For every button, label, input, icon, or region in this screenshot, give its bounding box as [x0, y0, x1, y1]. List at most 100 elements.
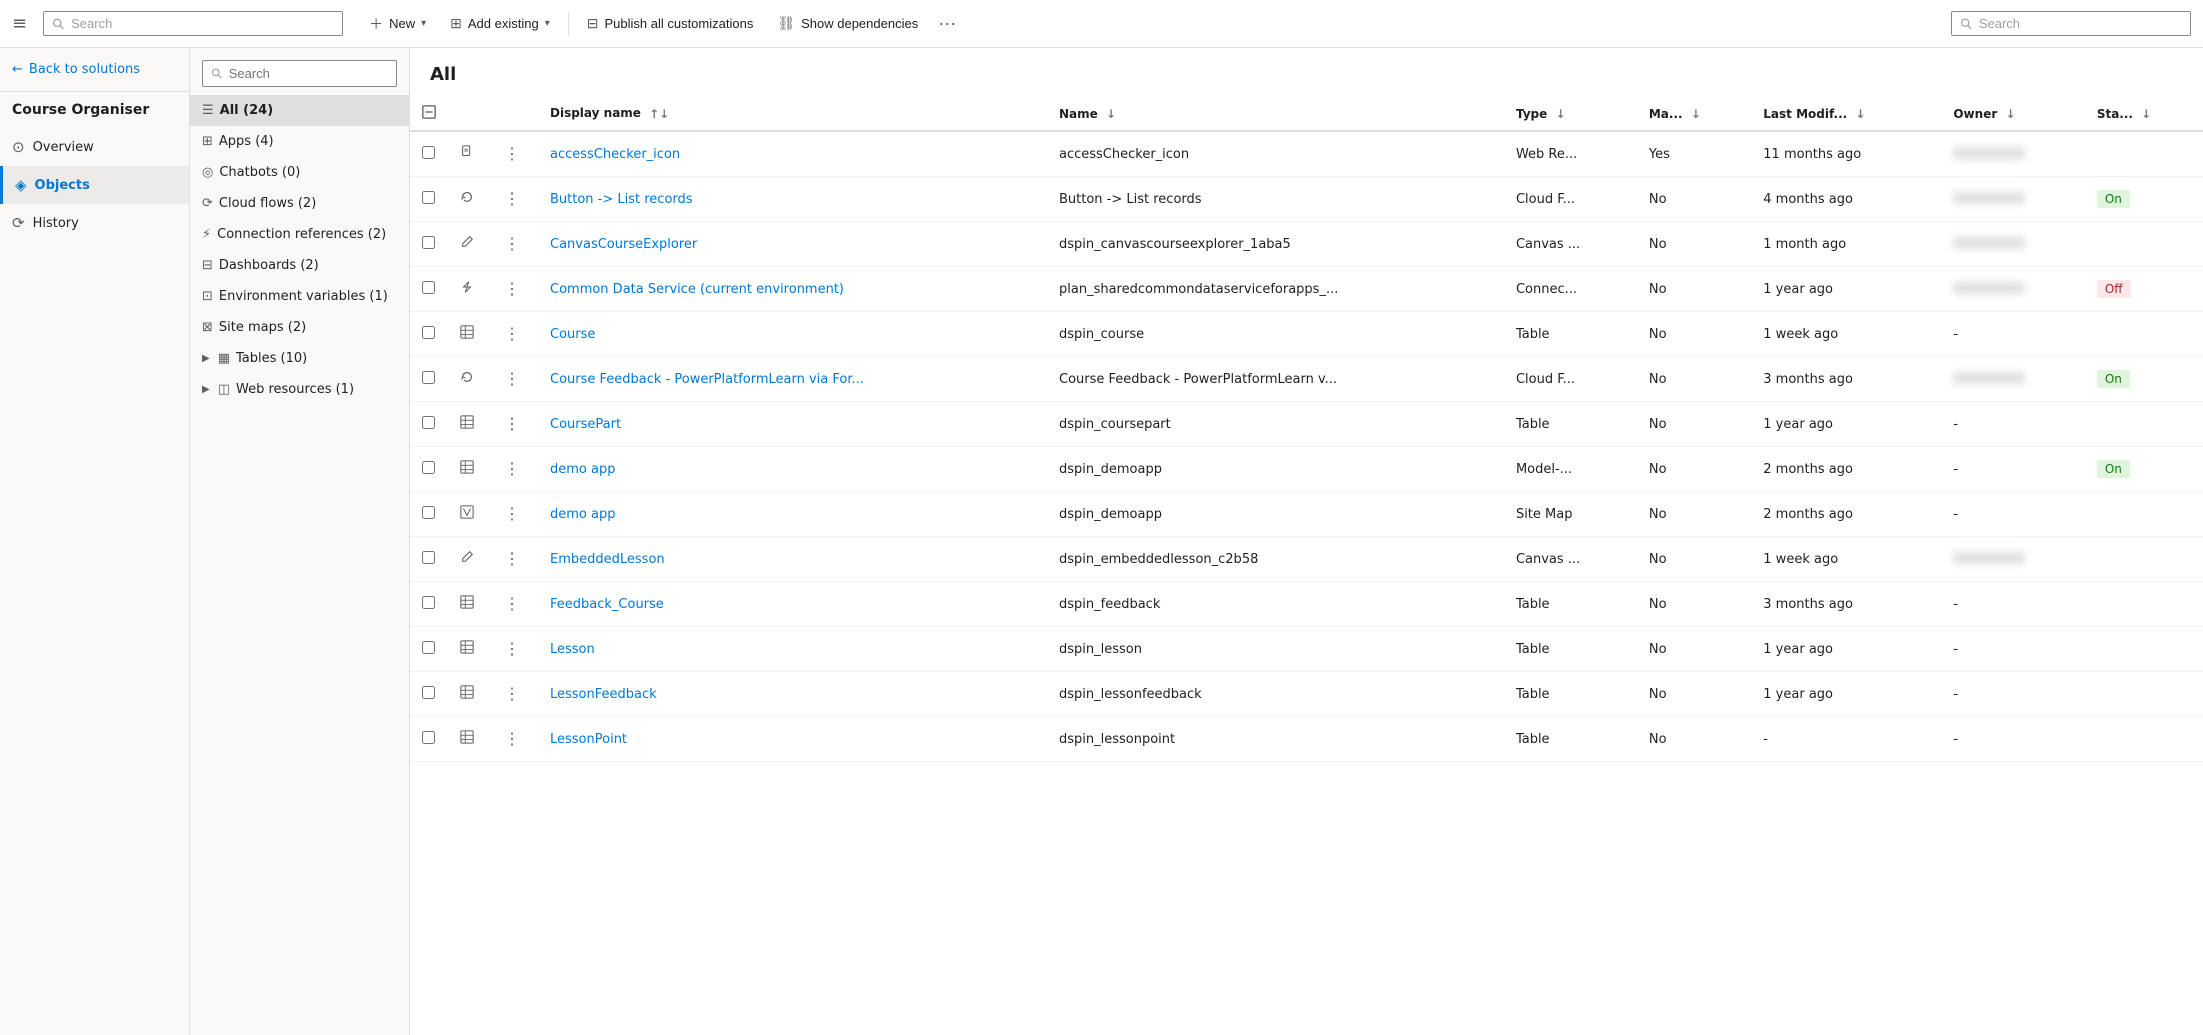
row-checkbox-cell[interactable]	[410, 131, 448, 177]
col-type-header[interactable]: Type ↓	[1504, 97, 1637, 131]
row-checkbox[interactable]	[422, 236, 435, 249]
col-name-header[interactable]: Name ↓	[1047, 97, 1504, 131]
row-more-cell[interactable]: ⋮	[486, 312, 538, 357]
row-display-name[interactable]: Feedback_Course	[538, 582, 1047, 627]
table-row[interactable]: ⋮demo appdspin_demoappModel-...No2 month…	[410, 447, 2203, 492]
row-more-button[interactable]: ⋮	[498, 457, 526, 481]
col-owner-header[interactable]: Owner ↓	[1941, 97, 2084, 131]
row-checkbox-cell[interactable]	[410, 222, 448, 267]
row-checkbox[interactable]	[422, 686, 435, 699]
tree-item-apps[interactable]: ⊞ Apps (4)	[190, 126, 409, 157]
row-more-cell[interactable]: ⋮	[486, 177, 538, 222]
row-more-cell[interactable]: ⋮	[486, 131, 538, 177]
row-more-cell[interactable]: ⋮	[486, 672, 538, 717]
row-checkbox-cell[interactable]	[410, 537, 448, 582]
row-more-cell[interactable]: ⋮	[486, 267, 538, 312]
row-checkbox[interactable]	[422, 146, 435, 159]
table-row[interactable]: ⋮CoursePartdspin_coursepartTableNo1 year…	[410, 402, 2203, 447]
add-existing-button[interactable]: ⊞ Add existing ▾	[440, 9, 560, 38]
row-display-name[interactable]: Lesson	[538, 627, 1047, 672]
row-checkbox[interactable]	[422, 326, 435, 339]
row-checkbox[interactable]	[422, 416, 435, 429]
tree-item-cloudflows[interactable]: ⟳ Cloud flows (2)	[190, 188, 409, 219]
row-checkbox-cell[interactable]	[410, 627, 448, 672]
row-display-name[interactable]: CanvasCourseExplorer	[538, 222, 1047, 267]
row-more-cell[interactable]: ⋮	[486, 402, 538, 447]
row-checkbox-cell[interactable]	[410, 672, 448, 717]
middle-search-box[interactable]	[202, 60, 397, 87]
row-checkbox[interactable]	[422, 281, 435, 294]
row-more-button[interactable]: ⋮	[498, 277, 526, 301]
table-row[interactable]: ⋮ Common Data Service (current environmen…	[410, 267, 2203, 312]
right-search-input[interactable]	[1979, 16, 2182, 31]
row-checkbox-cell[interactable]	[410, 717, 448, 762]
new-button[interactable]: ＋ New ▾	[359, 8, 436, 40]
row-more-button[interactable]: ⋮	[498, 592, 526, 616]
row-checkbox-cell[interactable]	[410, 447, 448, 492]
row-more-cell[interactable]: ⋮	[486, 357, 538, 402]
row-checkbox-cell[interactable]	[410, 492, 448, 537]
row-display-name[interactable]: Button -> List records	[538, 177, 1047, 222]
row-more-cell[interactable]: ⋮	[486, 582, 538, 627]
row-more-button[interactable]: ⋮	[498, 502, 526, 526]
tree-item-dashboards[interactable]: ⊟ Dashboards (2)	[190, 250, 409, 281]
hamburger-icon[interactable]: ≡	[12, 13, 27, 34]
middle-search-input[interactable]	[229, 66, 388, 81]
row-checkbox-cell[interactable]	[410, 402, 448, 447]
back-to-solutions[interactable]: ← Back to solutions	[0, 48, 189, 92]
row-more-cell[interactable]: ⋮	[486, 717, 538, 762]
table-row[interactable]: ⋮accessChecker_iconaccessChecker_iconWeb…	[410, 131, 2203, 177]
tree-item-tables[interactable]: ▶ ▦ Tables (10)	[190, 343, 409, 374]
table-row[interactable]: ⋮Course Feedback - PowerPlatformLearn vi…	[410, 357, 2203, 402]
toolbar-search-box[interactable]	[43, 11, 343, 36]
tree-item-sitemaps[interactable]: ⊠ Site maps (2)	[190, 312, 409, 343]
row-display-name[interactable]: Common Data Service (current environment…	[538, 267, 1047, 312]
row-more-cell[interactable]: ⋮	[486, 492, 538, 537]
row-checkbox-cell[interactable]	[410, 177, 448, 222]
row-checkbox[interactable]	[422, 641, 435, 654]
row-checkbox[interactable]	[422, 731, 435, 744]
row-display-name[interactable]: Course	[538, 312, 1047, 357]
row-display-name[interactable]: LessonPoint	[538, 717, 1047, 762]
nav-item-history[interactable]: ⟳ History	[0, 204, 189, 242]
toolbar-right-search[interactable]	[1951, 11, 2191, 36]
row-more-button[interactable]: ⋮	[498, 637, 526, 661]
row-checkbox-cell[interactable]	[410, 582, 448, 627]
table-row[interactable]: ⋮Feedback_Coursedspin_feedbackTableNo3 m…	[410, 582, 2203, 627]
table-row[interactable]: ⋮EmbeddedLessondspin_embeddedlesson_c2b5…	[410, 537, 2203, 582]
table-row[interactable]: ⋮Button -> List recordsButton -> List re…	[410, 177, 2203, 222]
row-more-button[interactable]: ⋮	[498, 187, 526, 211]
publish-button[interactable]: ⊟ Publish all customizations	[577, 9, 764, 38]
row-more-cell[interactable]: ⋮	[486, 222, 538, 267]
row-checkbox[interactable]	[422, 596, 435, 609]
table-row[interactable]: ⋮CanvasCourseExplorerdspin_canvascoursee…	[410, 222, 2203, 267]
table-row[interactable]: ⋮Coursedspin_courseTableNo1 week ago-	[410, 312, 2203, 357]
row-more-button[interactable]: ⋮	[498, 142, 526, 166]
nav-item-objects[interactable]: ◈ Objects	[0, 166, 189, 204]
tree-item-connectionrefs[interactable]: ⚡ Connection references (2)	[190, 219, 409, 250]
row-more-button[interactable]: ⋮	[498, 682, 526, 706]
row-more-button[interactable]: ⋮	[498, 367, 526, 391]
table-row[interactable]: ⋮LessonFeedbackdspin_lessonfeedbackTable…	[410, 672, 2203, 717]
nav-item-overview[interactable]: ⊙ Overview	[0, 128, 189, 166]
row-display-name[interactable]: CoursePart	[538, 402, 1047, 447]
row-more-button[interactable]: ⋮	[498, 727, 526, 751]
col-last-modified-header[interactable]: Last Modif... ↓	[1751, 97, 1941, 131]
row-more-cell[interactable]: ⋮	[486, 537, 538, 582]
row-checkbox[interactable]	[422, 371, 435, 384]
col-display-name-header[interactable]: Display name ↑↓	[538, 97, 1047, 131]
col-managed-header[interactable]: Ma... ↓	[1637, 97, 1751, 131]
row-display-name[interactable]: accessChecker_icon	[538, 131, 1047, 177]
row-checkbox[interactable]	[422, 191, 435, 204]
tree-item-envvars[interactable]: ⊡ Environment variables (1)	[190, 281, 409, 312]
row-checkbox-cell[interactable]	[410, 357, 448, 402]
col-select-all[interactable]	[410, 97, 448, 131]
row-more-cell[interactable]: ⋮	[486, 627, 538, 672]
table-row[interactable]: ⋮LessonPointdspin_lessonpointTableNo--	[410, 717, 2203, 762]
row-display-name[interactable]: EmbeddedLesson	[538, 537, 1047, 582]
tree-item-webresources[interactable]: ▶ ◫ Web resources (1)	[190, 374, 409, 405]
tree-item-chatbots[interactable]: ◎ Chatbots (0)	[190, 157, 409, 188]
dependencies-button[interactable]: ⛓ Show dependencies	[767, 9, 928, 38]
table-row[interactable]: ⋮demo appdspin_demoappSite MapNo2 months…	[410, 492, 2203, 537]
col-status-header[interactable]: Sta... ↓	[2085, 97, 2203, 131]
